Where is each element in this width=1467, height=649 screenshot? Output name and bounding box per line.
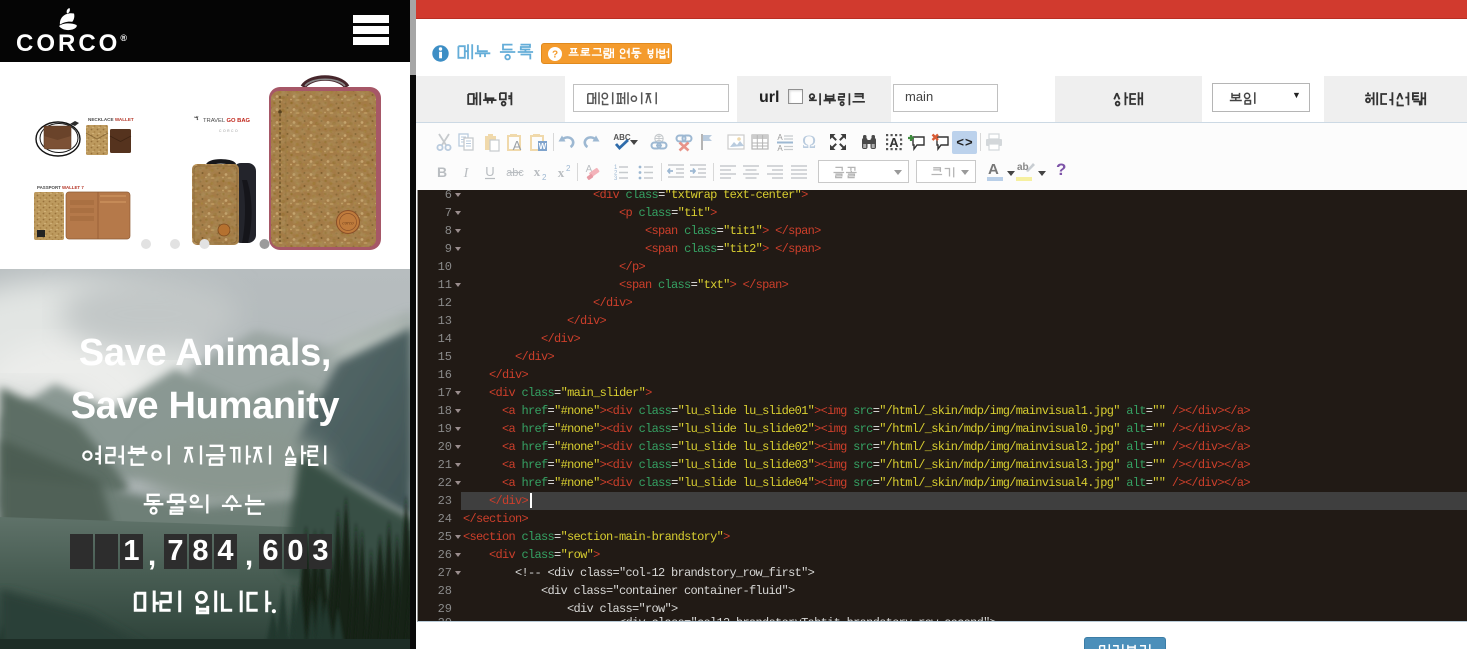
svg-text:?: ? (552, 50, 558, 61)
svg-text:PASSPORT WALLET 7: PASSPORT WALLET 7 (37, 185, 84, 190)
svg-text:A: A (513, 138, 522, 152)
svg-text:B: B (437, 164, 447, 180)
svg-text:W: W (539, 142, 547, 151)
svg-text:NECKLACE WALLET: NECKLACE WALLET (88, 117, 134, 122)
svg-text:3: 3 (614, 176, 618, 182)
svg-text:U: U (485, 164, 494, 179)
svg-text:x: x (534, 164, 541, 179)
svg-text:x: x (558, 165, 565, 180)
svg-text:CORCO: CORCO (219, 129, 239, 133)
svg-text:2: 2 (566, 164, 571, 173)
svg-text:I: I (463, 166, 470, 181)
svg-text:A: A (889, 135, 899, 150)
svg-text:TRAVEL GO BAG: TRAVEL GO BAG (203, 118, 251, 124)
svg-text:A: A (777, 133, 783, 142)
svg-text:corco: corco (342, 222, 354, 227)
svg-text:<>: <> (956, 135, 973, 150)
svg-text:A: A (777, 144, 783, 152)
svg-text:2: 2 (542, 173, 547, 182)
svg-text:Ω: Ω (802, 132, 816, 152)
